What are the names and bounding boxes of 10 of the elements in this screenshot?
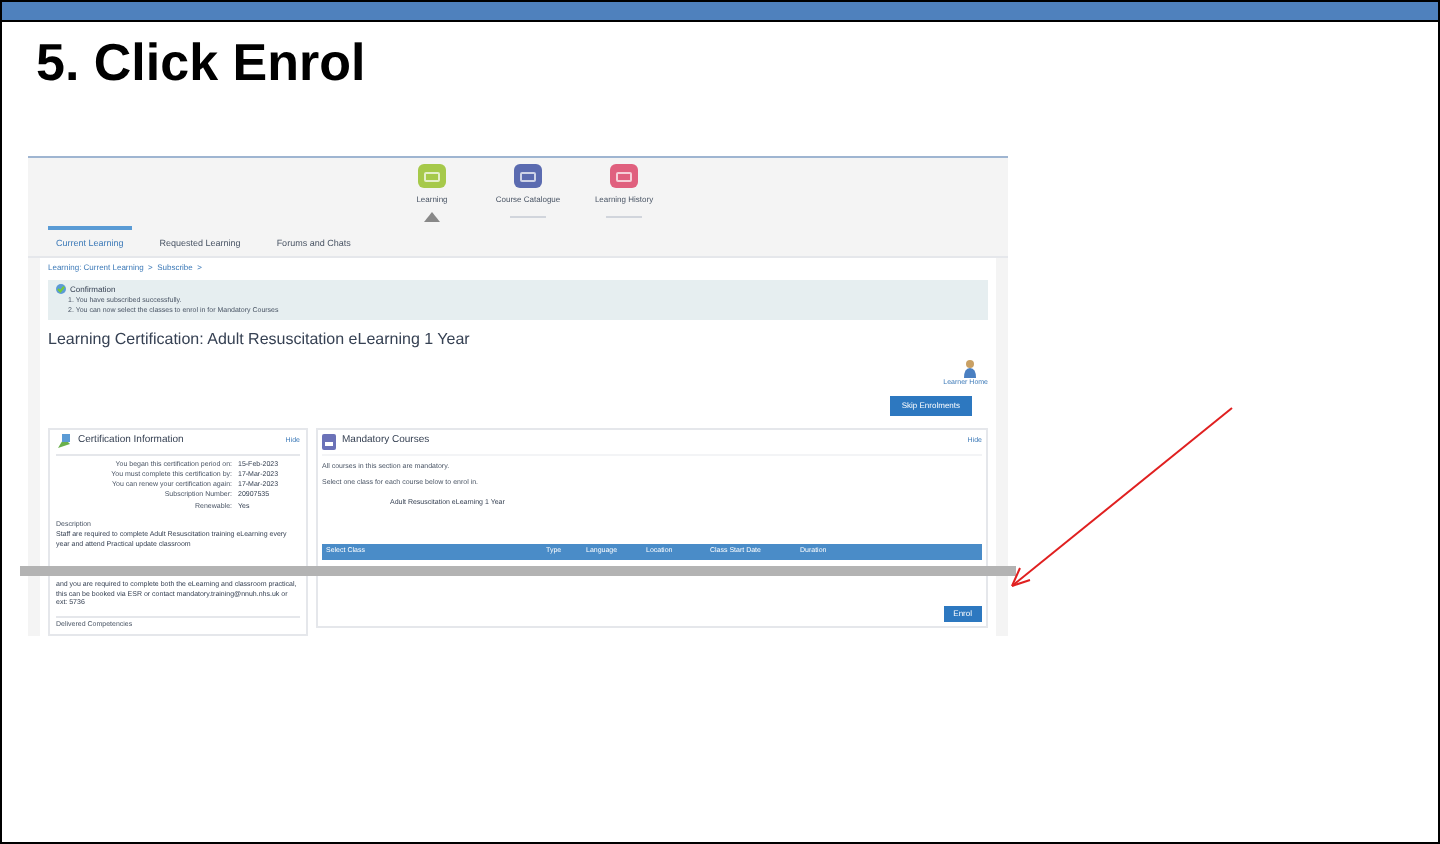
check-icon	[56, 284, 66, 295]
app-tile-icon[interactable]	[514, 164, 542, 188]
person-icon[interactable]	[964, 360, 976, 379]
app-tile-icon[interactable]	[418, 164, 446, 188]
document-icon	[322, 433, 336, 449]
slide-title: 5. Click Enrol	[36, 32, 366, 92]
certificate-icon	[56, 433, 72, 449]
app-tile-icon[interactable]	[610, 164, 638, 188]
scrollbar-drawing[interactable]	[20, 566, 1016, 576]
page-title: Learning Certification: Adult Resuscitation eLearning 1 Year	[48, 328, 472, 353]
